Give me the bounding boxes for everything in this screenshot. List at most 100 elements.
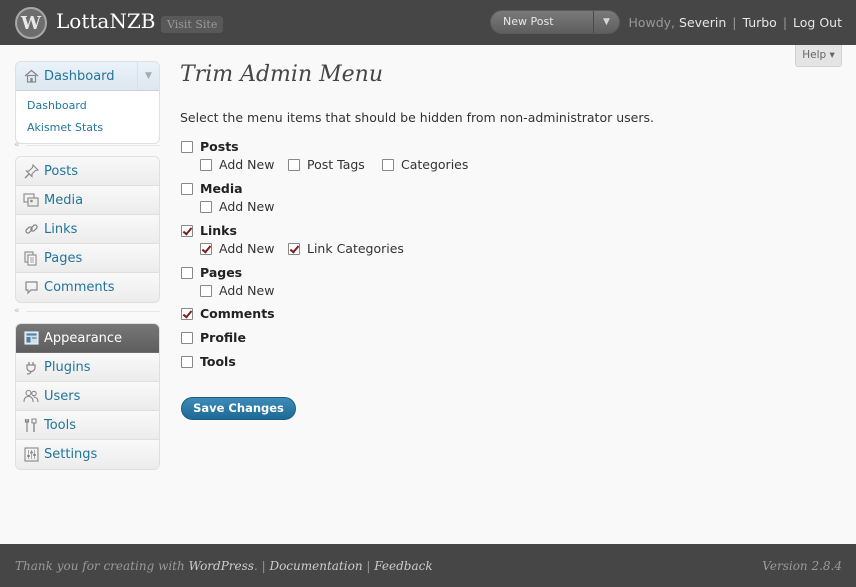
house-icon [22,68,40,84]
option-label: Profile [200,330,246,345]
posts-checkbox[interactable] [181,140,193,153]
tools-checkbox[interactable] [181,355,193,368]
option-label: Media [200,181,243,196]
option-label: Post Tags [307,157,365,172]
help-tab[interactable]: Help ▾ [795,45,842,67]
collapse-arrow-icon[interactable]: « [14,306,20,316]
dashboard-submenu: Dashboard Akismet Stats [16,91,159,143]
menu-separator[interactable]: « [14,140,160,151]
settings-icon [22,447,40,463]
submenu-item-akismet-stats[interactable]: Akismet Stats [16,117,159,139]
documentation-link[interactable]: Documentation [269,559,362,573]
admin-footer: Thank you for creating with WordPress. |… [0,544,856,587]
option-label: Tools [200,354,236,369]
option-link-categories[interactable]: Link Categories [288,241,404,256]
turbo-link[interactable]: Turbo [742,15,776,30]
sidebar-item-dashboard[interactable]: Dashboard ▼ [16,62,159,91]
sidebar-item-plugins[interactable]: Plugins [16,353,159,382]
collapse-arrow-icon[interactable]: « [14,140,20,150]
option-profile[interactable]: Profile [181,330,246,345]
pages-add-new-checkbox[interactable] [200,284,212,297]
posts-add-new-checkbox[interactable] [200,158,212,171]
page-title: Trim Admin Menu [180,62,383,87]
option-label: Add New [219,199,275,214]
chevron-down-icon[interactable]: ▼ [137,62,159,90]
admin-menu: Appearance Plugins Users Tools Settings [15,323,160,470]
sidebar-item-tools[interactable]: Tools [16,411,159,440]
feedback-link[interactable]: Feedback [374,559,432,573]
pages-icon [22,250,40,266]
sidebar-item-pages[interactable]: Pages [16,244,159,273]
sidebar-item-label: Appearance [44,330,123,346]
new-post-button[interactable]: New Post [503,15,554,28]
option-tools[interactable]: Tools [181,354,236,369]
sidebar-item-settings[interactable]: Settings [16,440,159,469]
sidebar-item-label: Dashboard [44,68,115,84]
option-categories[interactable]: Categories [382,157,468,172]
option-label: Add New [219,241,275,256]
divider: | [732,15,737,30]
footer-thanks: Thank you for creating with [15,559,185,573]
wordpress-logo-icon[interactable]: W [15,7,47,39]
submenu-item-dashboard[interactable]: Dashboard [16,95,159,117]
menu-separator[interactable]: « [14,306,160,317]
option-media-add-new[interactable]: Add New [200,199,274,214]
sidebar-item-label: Media [44,192,84,208]
links-checkbox[interactable] [181,224,193,237]
option-label: Comments [200,306,275,321]
sidebar-item-label: Comments [44,280,115,295]
option-pages[interactable]: Pages [181,265,242,280]
comments-checkbox[interactable] [181,307,193,320]
save-changes-button[interactable]: Save Changes [181,397,296,420]
sidebar-item-posts[interactable]: Posts [16,157,159,186]
user-info: Howdy, Severin | Turbo | Log Out [628,15,842,30]
favorite-actions-dropdown[interactable]: New Post ▼ [490,10,620,34]
option-links[interactable]: Links [181,223,237,238]
pages-checkbox[interactable] [181,266,193,279]
dashboard-menu: Dashboard ▼ Dashboard Akismet Stats [15,61,160,144]
sidebar-item-label: Posts [44,163,78,179]
option-label: Categories [401,157,469,172]
option-pages-add-new[interactable]: Add New [200,283,274,298]
logout-link[interactable]: Log Out [793,15,842,30]
option-comments[interactable]: Comments [181,306,275,321]
site-title[interactable]: LottaNZB [56,9,155,33]
option-label: Add New [219,157,275,172]
users-icon [22,388,40,404]
intro-text: Select the menu items that should be hid… [180,110,654,125]
wordpress-link[interactable]: WordPress [189,559,254,573]
sidebar-item-users[interactable]: Users [16,382,159,411]
appearance-icon [22,330,40,346]
visit-site-button[interactable]: Visit Site [161,16,224,33]
media-checkbox[interactable] [181,182,193,195]
sidebar-item-comments[interactable]: Comments [16,273,159,302]
option-label: Posts [200,139,239,154]
media-icon [22,192,40,208]
sidebar-item-label: Users [44,388,81,404]
categories-checkbox[interactable] [382,158,394,171]
profile-checkbox[interactable] [181,331,193,344]
dropdown-arrow-icon[interactable]: ▼ [593,11,619,33]
footer-links: Thank you for creating with WordPress. |… [15,559,433,573]
option-posts[interactable]: Posts [181,139,239,154]
post-tags-checkbox[interactable] [288,158,300,171]
link-categories-checkbox[interactable] [288,242,300,255]
links-add-new-checkbox[interactable] [200,242,212,255]
sidebar-item-media[interactable]: Media [16,186,159,215]
option-label: Link Categories [307,241,404,256]
version-text: Version 2.8.4 [762,559,842,573]
sidebar-item-label: Settings [44,447,98,462]
user-name-link[interactable]: Severin [679,15,726,30]
sidebar-item-links[interactable]: Links [16,215,159,244]
option-label: Links [200,223,237,238]
sidebar-item-appearance[interactable]: Appearance [16,324,159,353]
sidebar-item-label: Plugins [44,359,91,375]
option-posts-add-new[interactable]: Add New [200,157,274,172]
option-links-add-new[interactable]: Add New [200,241,274,256]
option-post-tags[interactable]: Post Tags [288,157,365,172]
option-media[interactable]: Media [181,181,243,196]
media-add-new-checkbox[interactable] [200,200,212,213]
pushpin-icon [22,163,40,179]
howdy-text: Howdy, [628,15,676,30]
option-label: Add New [219,283,275,298]
